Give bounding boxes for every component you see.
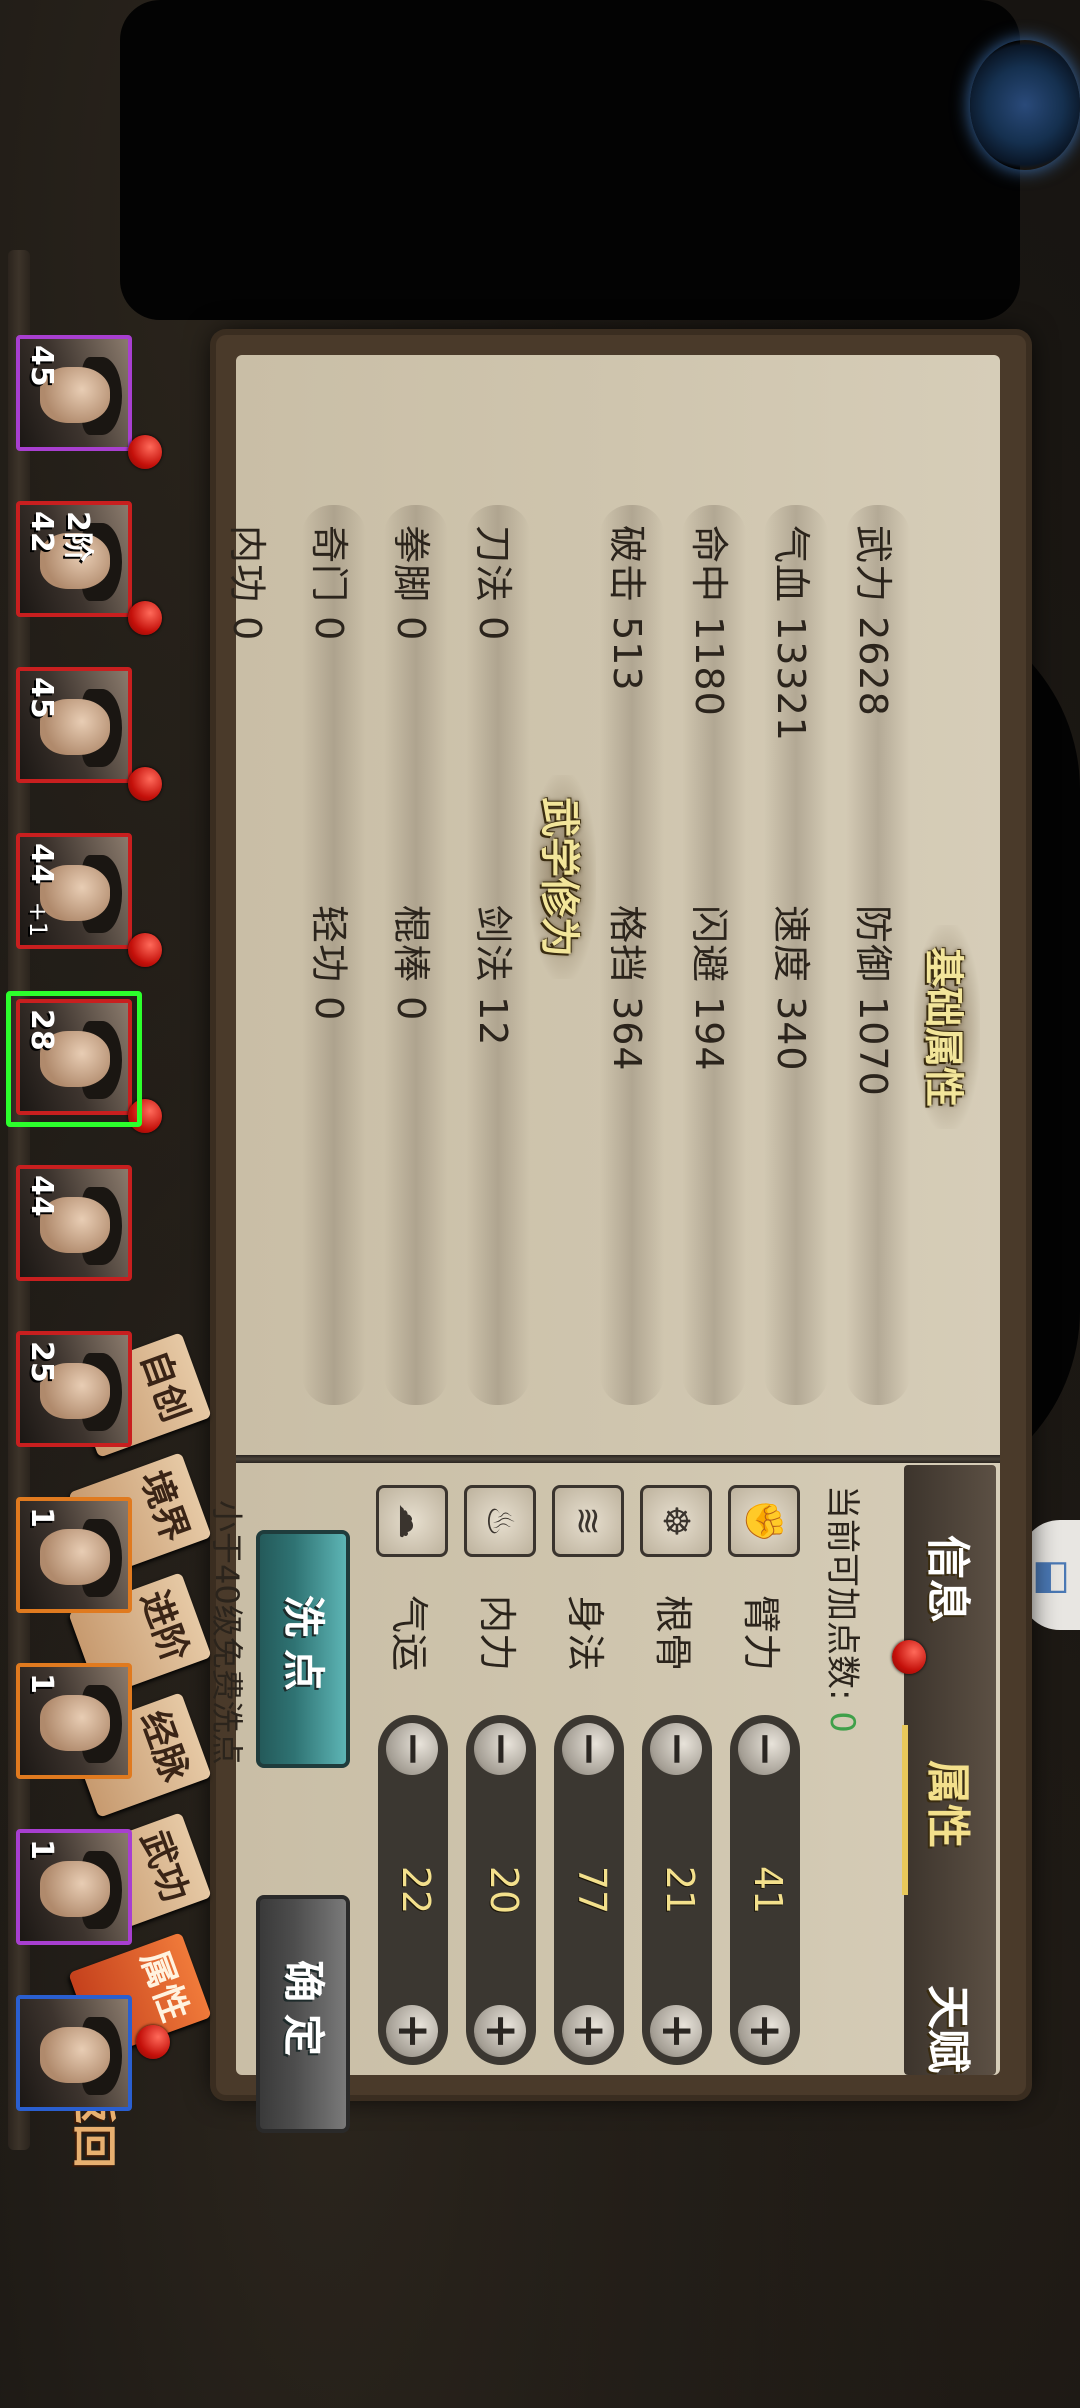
- agility-icon: ≋: [552, 1485, 624, 1557]
- hero-level: 44: [24, 843, 59, 885]
- attr-stepper: − 41 +: [730, 1715, 800, 2065]
- hero-portrait[interactable]: 44 +1: [16, 833, 132, 949]
- attr-row-agility: ≋ 身法 − 77 +: [552, 1485, 624, 2105]
- stat-qinggong: 轻功 0: [307, 905, 351, 1022]
- available-points-label: 当前可加点数:: [822, 1485, 862, 1701]
- attr-name: 臂力: [739, 1595, 783, 1672]
- attr-name: 气运: [387, 1595, 431, 1672]
- attr-row-arm: ✊ 臂力 − 41 +: [728, 1485, 800, 2105]
- attr-row-luck: ☁ 气运 − 22 +: [376, 1485, 448, 2105]
- hero-level: 2阶 42: [24, 511, 95, 562]
- inner-force-icon: ♨: [464, 1485, 536, 1557]
- stat-fangyu: 防御 1070: [851, 905, 895, 1097]
- hero-face: [40, 1861, 110, 1917]
- plus-button[interactable]: +: [474, 2005, 527, 2057]
- hero-level: 25: [24, 1341, 59, 1383]
- hero-level: 1: [24, 1839, 59, 1860]
- stat-gunbang: 棍棒 0: [389, 905, 433, 1022]
- hero-portrait[interactable]: 45: [16, 335, 132, 451]
- attr-name: 内力: [475, 1595, 519, 1672]
- wash-points-button[interactable]: 洗点: [256, 1530, 350, 1768]
- base-attributes-title: 基础属性: [914, 925, 980, 1129]
- hero-level: 45: [24, 345, 59, 387]
- tab-attributes[interactable]: 属性: [920, 1760, 984, 1848]
- stat-daofa: 刀法 0: [471, 525, 515, 642]
- plus-button[interactable]: +: [562, 2005, 615, 2057]
- bone-icon: ☸: [640, 1485, 712, 1557]
- plus-button[interactable]: +: [650, 2005, 703, 2057]
- hero-face: [40, 1529, 110, 1585]
- hero-selected-frame: [6, 991, 142, 1127]
- hero-portrait[interactable]: 44: [16, 1165, 132, 1281]
- info-notification-dot: [892, 1640, 926, 1674]
- plus-button[interactable]: +: [738, 2005, 791, 2057]
- stat-gedang: 格挡 364: [605, 905, 649, 1072]
- stat-poji: 破击 513: [605, 525, 649, 692]
- martial-title: 武学修为: [530, 775, 596, 979]
- attr-stepper: − 77 +: [554, 1715, 624, 2065]
- tab-talent[interactable]: 天赋: [920, 1985, 984, 2073]
- attr-name: 身法: [563, 1595, 607, 1672]
- hero-portrait[interactable]: [16, 1995, 132, 2111]
- stat-shanbi: 闪避 194: [687, 905, 731, 1072]
- stat-qixue: 气血 13321: [769, 525, 813, 742]
- hero-portrait[interactable]: 1: [16, 1663, 132, 1779]
- hero-level: 44: [24, 1175, 59, 1217]
- attribute-panel: 基础属性 武力 2628 防御 1070 气血 13321 速度 340 命中 …: [208, 335, 1026, 2133]
- hero-portrait[interactable]: 2阶 42: [16, 501, 132, 617]
- hero-notification-dot: [128, 933, 162, 967]
- stat-neigong: 内功 0: [225, 525, 269, 642]
- hero-portrait[interactable]: 1: [16, 1829, 132, 1945]
- attr-stepper: − 20 +: [466, 1715, 536, 2065]
- parchment: 基础属性 武力 2628 防御 1070 气血 13321 速度 340 命中 …: [208, 355, 1000, 2133]
- hero-face: [40, 2027, 110, 2083]
- stat-quanjiao: 拳脚 0: [389, 525, 433, 642]
- attr-stepper: − 22 +: [378, 1715, 448, 2065]
- hero-plus-badge: +1: [24, 901, 52, 937]
- arm-icon: ✊: [728, 1485, 800, 1557]
- plus-button[interactable]: +: [386, 2005, 439, 2057]
- tab-info[interactable]: 信息: [920, 1535, 984, 1623]
- available-points-value: 0: [822, 1711, 862, 1733]
- hero-notification-dot: [128, 435, 162, 469]
- hero-portrait[interactable]: 45: [16, 667, 132, 783]
- game-stage: 基础属性 武力 2628 防御 1070 气血 13321 速度 340 命中 …: [0, 0, 1080, 2408]
- hero-level: 1: [24, 1673, 59, 1694]
- hero-face: [40, 1695, 110, 1751]
- hero-level: 45: [24, 677, 59, 719]
- hero-level: 1: [24, 1507, 59, 1528]
- stat-jianfa: 剑法 12: [471, 905, 515, 1047]
- luck-icon: ☁: [376, 1485, 448, 1557]
- wash-note: 小于40级免费洗点: [208, 1500, 246, 1765]
- attr-stepper: − 21 +: [642, 1715, 712, 2065]
- available-points: 当前可加点数: 0: [821, 1485, 870, 1733]
- hero-portrait[interactable]: 1: [16, 1497, 132, 1613]
- attr-name: 根骨: [651, 1595, 695, 1672]
- confirm-button[interactable]: 确定: [256, 1895, 350, 2133]
- panel-divider: [236, 1455, 1000, 1463]
- stat-mingzhong: 命中 1180: [687, 525, 731, 717]
- nav-notification-dot: [136, 2025, 170, 2059]
- attr-row-inner: ♨ 内力 − 20 +: [464, 1485, 536, 2105]
- stat-qimen: 奇门 0: [307, 525, 351, 642]
- tab-bar: 信息 属性 天赋: [890, 1465, 1000, 2075]
- hero-notification-dot: [128, 767, 162, 801]
- hero-notification-dot: [128, 601, 162, 635]
- stat-wuli: 武力 2628: [851, 525, 895, 717]
- tab-active-indicator: [902, 1725, 908, 1895]
- stat-sudu: 速度 340: [769, 905, 813, 1072]
- attr-row-bone: ☸ 根骨 − 21 +: [640, 1485, 712, 2105]
- hero-portrait[interactable]: 25: [16, 1331, 132, 1447]
